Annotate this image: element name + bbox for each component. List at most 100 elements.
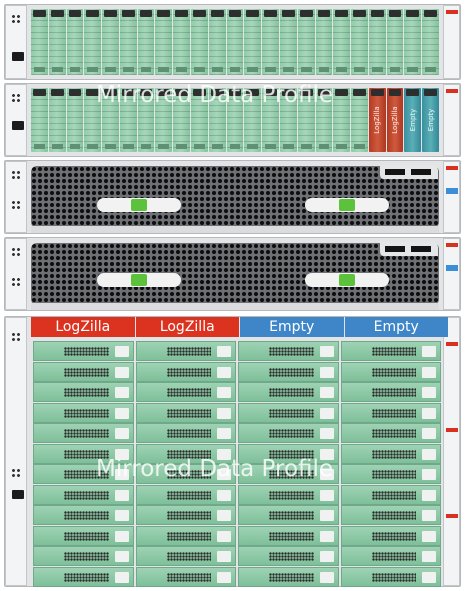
- drive-bay[interactable]: [340, 361, 441, 382]
- drive-bay[interactable]: [33, 484, 134, 505]
- drive-bay[interactable]: [226, 9, 244, 75]
- drive-bay[interactable]: [33, 505, 134, 525]
- jbod-drive-row: [33, 382, 441, 402]
- drive-bay[interactable]: [31, 9, 48, 75]
- drive-bay[interactable]: [340, 382, 441, 402]
- controller-1-port-panel: [380, 165, 438, 179]
- shelf-2-profile-label: Mirrored Data Profile: [96, 82, 334, 108]
- jbod-drive-row: [33, 341, 441, 361]
- drive-bay[interactable]: [155, 9, 173, 75]
- drive-bay[interactable]: [48, 9, 66, 75]
- drive-bay[interactable]: [135, 382, 236, 402]
- drive-bay[interactable]: [238, 341, 339, 361]
- drive-bay[interactable]: [135, 525, 236, 546]
- drive-bay[interactable]: [340, 566, 441, 587]
- drive-bay[interactable]: [297, 9, 315, 75]
- release-latch-icon: [131, 199, 147, 211]
- drive-shelf-1: [4, 4, 461, 80]
- drive-bay[interactable]: [315, 9, 333, 75]
- drive-bay[interactable]: [33, 382, 134, 402]
- empty-drive-bay[interactable]: Empty: [404, 88, 422, 152]
- status-tag-icon: [446, 10, 458, 14]
- drive-bay[interactable]: [340, 525, 441, 546]
- drive-bay[interactable]: [33, 341, 134, 361]
- drive-bay[interactable]: [262, 9, 279, 75]
- drive-bay[interactable]: [340, 546, 441, 566]
- drive-bay[interactable]: [66, 88, 84, 152]
- logzilla-drive-bay[interactable]: LogZilla: [368, 88, 386, 152]
- drive-bay-label: LogZilla: [391, 106, 400, 134]
- drive-bay[interactable]: [422, 9, 439, 75]
- drive-bay[interactable]: [33, 525, 134, 546]
- drive-bay[interactable]: [31, 88, 48, 152]
- drive-bay[interactable]: [135, 402, 236, 423]
- jbod-column-header: Empty: [240, 317, 344, 337]
- drive-bay[interactable]: [244, 9, 262, 75]
- jbod-drive-row: [33, 402, 441, 423]
- drive-bay[interactable]: [135, 566, 236, 587]
- drive-bay[interactable]: [238, 423, 339, 443]
- drive-bay[interactable]: [135, 423, 236, 443]
- drive-bay[interactable]: [340, 402, 441, 423]
- drive-bay[interactable]: [386, 9, 404, 75]
- drive-bay[interactable]: [137, 9, 155, 75]
- drive-bay[interactable]: [33, 546, 134, 566]
- drive-bay[interactable]: [340, 505, 441, 525]
- drive-bay[interactable]: [238, 382, 339, 402]
- drive-bay[interactable]: [102, 9, 119, 75]
- controller-1-left-handle[interactable]: [97, 198, 181, 212]
- empty-drive-bay[interactable]: Empty: [422, 88, 439, 152]
- jbod-column-header: LogZilla: [135, 317, 239, 337]
- drive-bay[interactable]: [333, 88, 351, 152]
- drive-bay[interactable]: [33, 423, 134, 443]
- drive-bay[interactable]: [279, 9, 297, 75]
- drive-bay[interactable]: [351, 9, 368, 75]
- drive-bay[interactable]: [135, 361, 236, 382]
- drive-bay[interactable]: [84, 9, 102, 75]
- logzilla-drive-bay[interactable]: LogZilla: [386, 88, 404, 152]
- drive-bay[interactable]: [208, 9, 226, 75]
- status-led-icon: [11, 200, 21, 210]
- drive-bay[interactable]: [173, 9, 191, 75]
- drive-bay[interactable]: [340, 443, 441, 464]
- controller-2-left-handle[interactable]: [97, 273, 181, 287]
- drive-bay[interactable]: [135, 505, 236, 525]
- jbod-drive-row: [33, 361, 441, 382]
- drive-bay[interactable]: [351, 88, 368, 152]
- drive-bay[interactable]: [238, 546, 339, 566]
- drive-bay[interactable]: [135, 484, 236, 505]
- drive-bay[interactable]: [333, 9, 351, 75]
- drive-bay[interactable]: [119, 9, 137, 75]
- drive-bay[interactable]: [238, 525, 339, 546]
- controller-2-right-ear: [443, 238, 460, 310]
- drive-bay[interactable]: [238, 566, 339, 587]
- drive-bay[interactable]: [404, 9, 422, 75]
- drive-bay[interactable]: [368, 9, 386, 75]
- drive-bay[interactable]: [191, 9, 208, 75]
- shelf-1-drive-bays: [31, 9, 439, 75]
- drive-bay[interactable]: [33, 402, 134, 423]
- drive-bay[interactable]: [135, 546, 236, 566]
- drive-bay[interactable]: [33, 361, 134, 382]
- release-latch-icon: [131, 274, 147, 286]
- drive-bay[interactable]: [135, 341, 236, 361]
- drive-bay[interactable]: [48, 88, 66, 152]
- jbod-profile-label: Mirrored Data Profile: [96, 456, 334, 482]
- drive-bay[interactable]: [340, 341, 441, 361]
- drive-bay[interactable]: [66, 9, 84, 75]
- drive-bay[interactable]: [340, 423, 441, 443]
- drive-bay[interactable]: [238, 361, 339, 382]
- jbod-drive-row: [33, 566, 441, 587]
- drive-bay[interactable]: [340, 484, 441, 505]
- controller-1-right-handle[interactable]: [305, 198, 389, 212]
- drive-bay-label: Empty: [426, 108, 435, 132]
- drive-bay[interactable]: [33, 566, 134, 587]
- status-led-icon: [11, 170, 21, 180]
- status-tag-icon: [446, 265, 458, 271]
- drive-bay[interactable]: [238, 505, 339, 525]
- drive-bay[interactable]: [340, 464, 441, 484]
- controller-2-left-ear: [5, 238, 27, 310]
- drive-bay[interactable]: [238, 484, 339, 505]
- drive-bay[interactable]: [238, 402, 339, 423]
- controller-2-right-handle[interactable]: [305, 273, 389, 287]
